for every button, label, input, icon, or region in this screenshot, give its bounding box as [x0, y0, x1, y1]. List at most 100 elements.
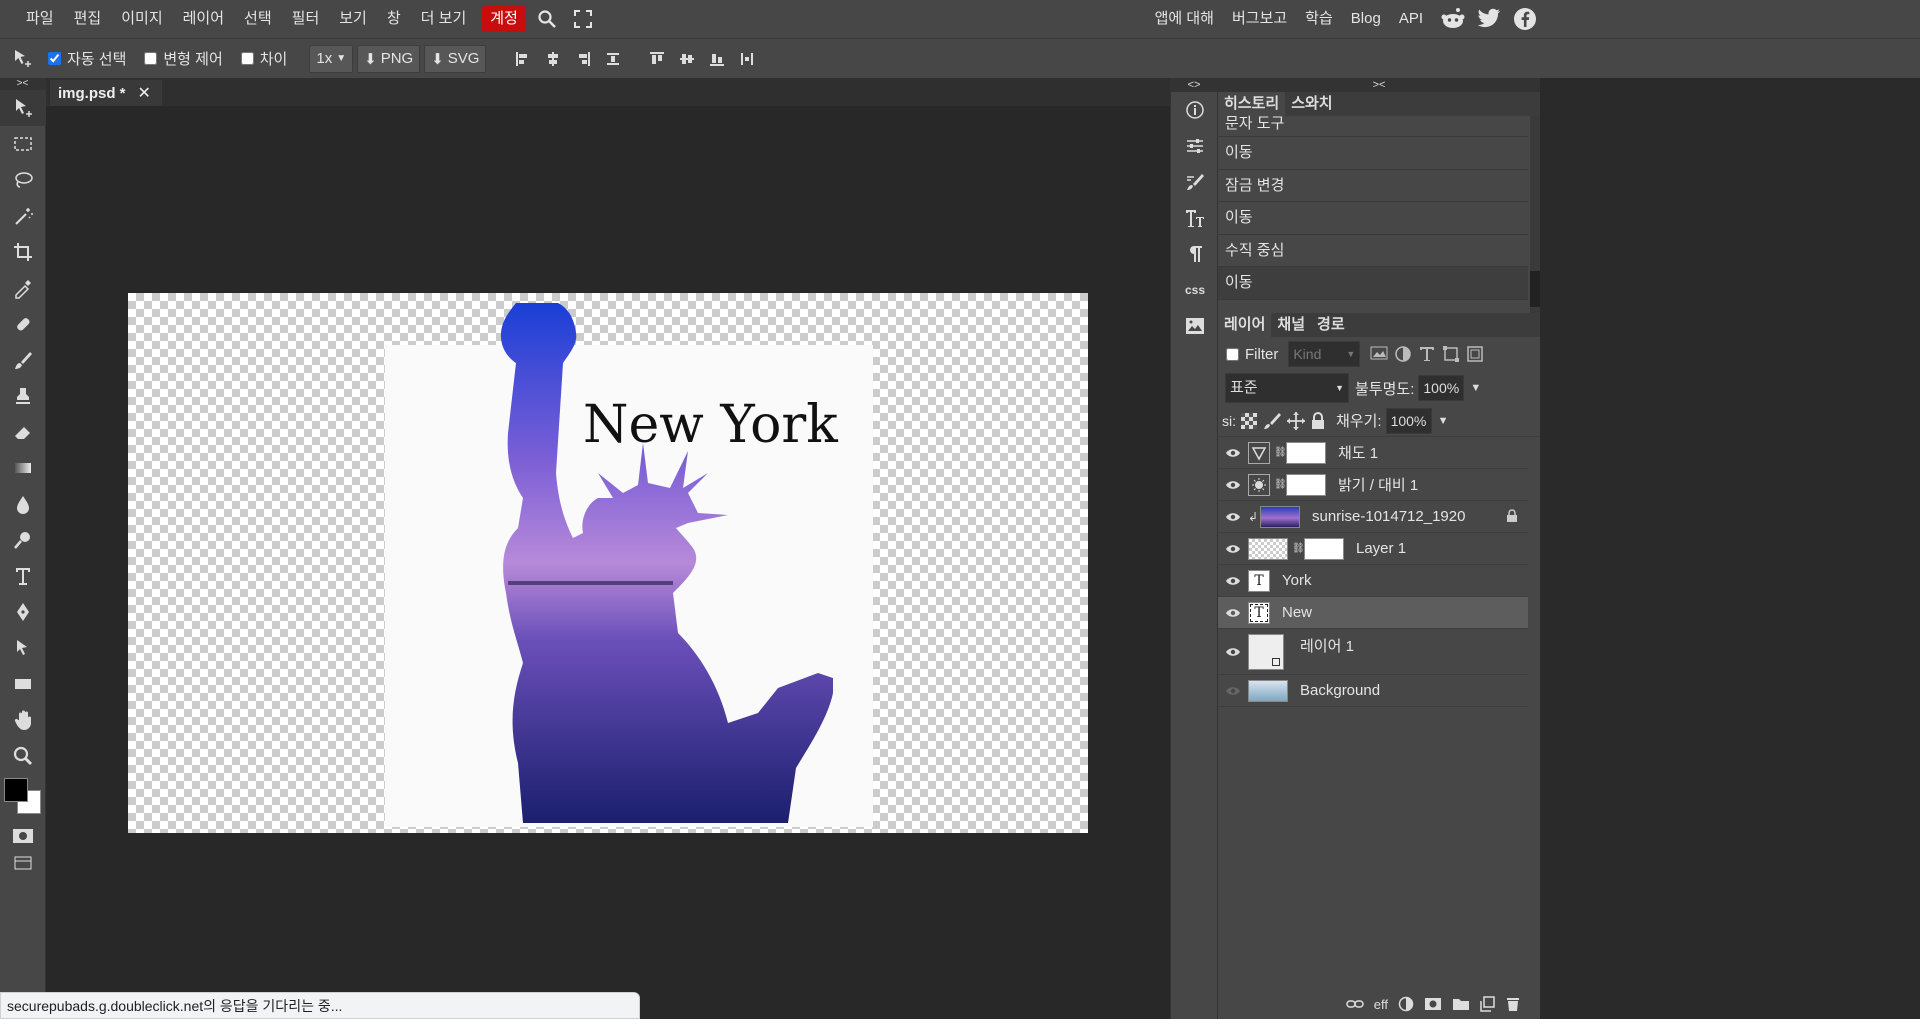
- foreground-color-swatch[interactable]: [4, 778, 28, 802]
- layer-row[interactable]: ↲ sunrise-1014712_1920: [1218, 501, 1528, 533]
- fill-input[interactable]: 100%: [1385, 407, 1432, 434]
- eye-hidden-icon[interactable]: [1218, 686, 1248, 696]
- eye-icon[interactable]: [1218, 576, 1248, 586]
- distance-checkbox[interactable]: 차이: [240, 48, 287, 69]
- menu-api[interactable]: API: [1390, 6, 1432, 32]
- close-icon[interactable]: ✕: [138, 83, 151, 103]
- auto-select-checkbox[interactable]: 자동 선택: [48, 48, 126, 69]
- zoom-icon[interactable]: [0, 738, 46, 774]
- export-png-button[interactable]: ⬇ PNG: [357, 44, 421, 73]
- lock-transparency-icon[interactable]: [1240, 412, 1258, 430]
- brush-icon[interactable]: [0, 342, 46, 378]
- menu-filter[interactable]: 필터: [282, 6, 330, 32]
- search-icon[interactable]: [532, 4, 562, 34]
- collapse-handle[interactable]: <>: [1171, 78, 1217, 92]
- opacity-dropdown-icon[interactable]: ▼: [1470, 382, 1481, 394]
- zoom-dropdown[interactable]: 1x ▼: [309, 44, 354, 73]
- history-item[interactable]: 이동: [1218, 137, 1528, 170]
- menu-more[interactable]: 더 보기: [411, 6, 477, 32]
- new-layer-icon[interactable]: [1480, 996, 1496, 1012]
- filter-checkbox[interactable]: [1226, 347, 1239, 361]
- type-icon[interactable]: [0, 558, 46, 594]
- shape-icon[interactable]: [0, 666, 46, 702]
- menu-select[interactable]: 선택: [234, 6, 282, 32]
- history-item[interactable]: 이동: [1218, 267, 1528, 300]
- adjustment-layer-icon[interactable]: [1398, 996, 1414, 1012]
- layer-row[interactable]: ⛓ 밝기 / 대비 1: [1218, 469, 1528, 501]
- character-icon[interactable]: [1171, 200, 1219, 236]
- move-icon[interactable]: [0, 90, 46, 126]
- distribute-h-icon[interactable]: [598, 44, 628, 74]
- blend-mode-dropdown[interactable]: 표준 ▼: [1225, 373, 1349, 403]
- tab-layers[interactable]: 레이어: [1218, 313, 1272, 337]
- distribute-v-icon[interactable]: [732, 44, 762, 74]
- menu-account[interactable]: 계정: [482, 6, 526, 32]
- export-svg-button[interactable]: ⬇ SVG: [424, 44, 487, 73]
- tab-paths[interactable]: 경로: [1311, 313, 1351, 337]
- screen-mode-icon[interactable]: [14, 856, 32, 873]
- info-icon[interactable]: [1171, 92, 1219, 128]
- filter-pixel-icon[interactable]: [1370, 345, 1388, 361]
- filter-adjustment-icon[interactable]: [1394, 345, 1412, 363]
- gradient-icon[interactable]: [0, 450, 46, 486]
- menu-blog[interactable]: Blog: [1342, 6, 1390, 32]
- transform-controls-checkbox[interactable]: 변형 제어: [144, 48, 223, 69]
- hand-icon[interactable]: [0, 702, 46, 738]
- history-item[interactable]: 수직 중심: [1218, 235, 1528, 267]
- kind-dropdown[interactable]: Kind ▼: [1288, 341, 1361, 367]
- eyedropper-icon[interactable]: [0, 270, 46, 306]
- collapse-handle[interactable]: ><: [0, 78, 45, 90]
- align-top-icon[interactable]: [642, 44, 672, 74]
- tab-swatches[interactable]: 스와치: [1285, 92, 1338, 116]
- quick-mask-icon[interactable]: [12, 828, 34, 847]
- eye-icon[interactable]: [1218, 512, 1248, 522]
- menu-view[interactable]: 보기: [329, 6, 377, 32]
- menu-file[interactable]: 파일: [16, 6, 64, 32]
- layer-row[interactable]: T York: [1218, 565, 1528, 597]
- align-left-icon[interactable]: [508, 44, 538, 74]
- lasso-icon[interactable]: [0, 162, 46, 198]
- brush-settings-icon[interactable]: [1171, 164, 1219, 200]
- eye-icon[interactable]: [1218, 608, 1248, 618]
- opacity-input[interactable]: 100%: [1418, 375, 1465, 401]
- filter-type-icon[interactable]: [1418, 345, 1436, 363]
- lock-all-icon[interactable]: [1310, 411, 1326, 430]
- fullscreen-icon[interactable]: [568, 4, 598, 34]
- history-item[interactable]: 문자 도구: [1218, 116, 1528, 137]
- image-icon[interactable]: [1171, 308, 1219, 344]
- collapse-handle[interactable]: ><: [1218, 78, 1540, 92]
- history-scrollbar[interactable]: [1530, 116, 1540, 313]
- eye-icon[interactable]: [1218, 448, 1248, 458]
- dodge-icon[interactable]: [0, 522, 46, 558]
- canvas[interactable]: New York: [128, 293, 1088, 833]
- eye-icon[interactable]: [1218, 647, 1248, 657]
- adjustments-icon[interactable]: [1171, 128, 1219, 164]
- menu-window[interactable]: 창: [377, 6, 411, 32]
- layer-row[interactable]: Background: [1218, 675, 1528, 707]
- align-center-h-icon[interactable]: [538, 44, 568, 74]
- menu-about[interactable]: 앱에 대해: [1146, 6, 1223, 32]
- tab-history[interactable]: 히스토리: [1218, 92, 1286, 116]
- twitter-icon[interactable]: [1474, 4, 1504, 34]
- history-item[interactable]: 잠금 변경: [1218, 170, 1528, 202]
- marquee-icon[interactable]: [0, 126, 46, 162]
- eraser-icon[interactable]: [0, 414, 46, 450]
- fill-dropdown-icon[interactable]: ▼: [1438, 415, 1449, 427]
- align-right-icon[interactable]: [568, 44, 598, 74]
- history-scrollbar-thumb[interactable]: [1530, 271, 1540, 307]
- add-mask-icon[interactable]: [1424, 997, 1442, 1011]
- tab-channels[interactable]: 채널: [1271, 313, 1311, 337]
- menu-learn[interactable]: 학습: [1296, 6, 1342, 32]
- history-item[interactable]: 이동: [1218, 202, 1528, 235]
- document-tab[interactable]: img.psd * ✕: [50, 80, 162, 106]
- stamp-icon[interactable]: [0, 378, 46, 414]
- lock-position-icon[interactable]: [1286, 411, 1306, 431]
- delete-layer-icon[interactable]: [1506, 996, 1520, 1012]
- filter-smart-icon[interactable]: [1466, 345, 1484, 363]
- eye-icon[interactable]: [1218, 544, 1248, 554]
- layer-row[interactable]: ⛓ 채도 1: [1218, 437, 1528, 469]
- lock-pixels-icon[interactable]: [1262, 412, 1282, 430]
- align-bottom-icon[interactable]: [702, 44, 732, 74]
- menu-layer[interactable]: 레이어: [173, 6, 234, 32]
- path-select-icon[interactable]: [0, 630, 46, 666]
